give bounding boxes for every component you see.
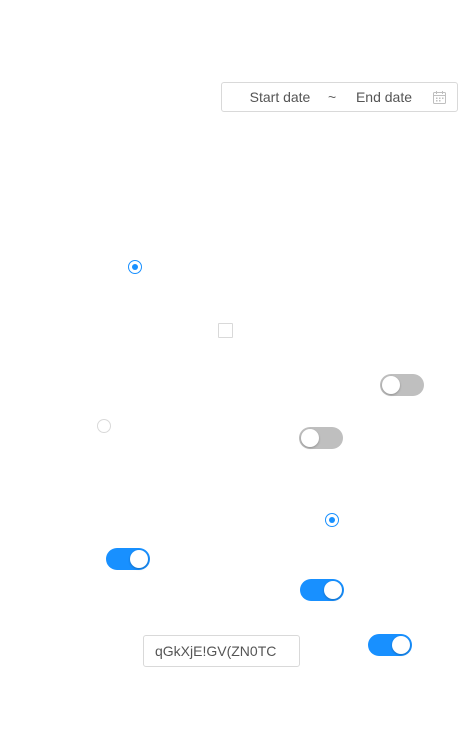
checkbox-1[interactable] — [218, 323, 233, 338]
switch-knob — [382, 376, 400, 394]
calendar-icon — [433, 91, 446, 104]
start-date-input[interactable]: Start date — [247, 90, 313, 104]
text-input[interactable] — [143, 635, 300, 667]
toggle-switch-3[interactable] — [106, 548, 150, 570]
switch-knob — [130, 550, 148, 568]
switch-knob — [392, 636, 410, 654]
toggle-switch-5[interactable] — [368, 634, 412, 656]
date-range-separator: ~ — [328, 89, 337, 105]
switch-knob — [324, 581, 342, 599]
radio-button-2[interactable] — [97, 419, 111, 433]
end-date-input[interactable]: End date — [354, 90, 414, 104]
switch-knob — [301, 429, 319, 447]
date-range-picker[interactable]: Start date ~ End date — [221, 82, 458, 112]
radio-button-3[interactable] — [325, 513, 339, 527]
toggle-switch-4[interactable] — [300, 579, 344, 601]
radio-button-1[interactable] — [128, 260, 142, 274]
toggle-switch-2[interactable] — [299, 427, 343, 449]
toggle-switch-1[interactable] — [380, 374, 424, 396]
